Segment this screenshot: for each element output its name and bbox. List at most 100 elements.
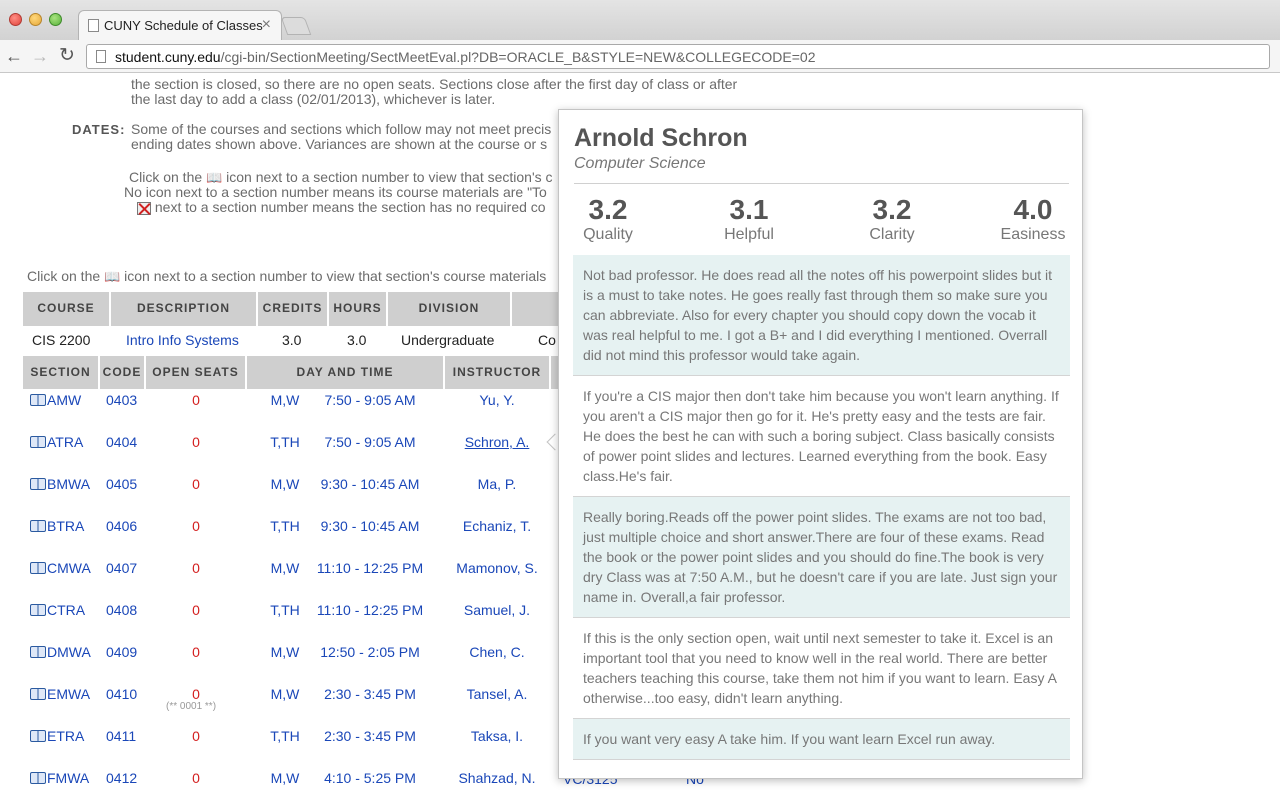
section-id[interactable]: CTRA	[47, 602, 85, 618]
browser-tab[interactable]: CUNY Schedule of Classes ×	[78, 10, 282, 40]
instructor-link[interactable]: Samuel, J.	[446, 602, 548, 618]
click-materials-text-b: icon next to a section number to view th…	[124, 268, 547, 284]
section-code[interactable]: 0404	[106, 434, 137, 450]
section-code[interactable]: 0408	[106, 602, 137, 618]
page-icon	[96, 50, 106, 63]
no-materials-icon	[137, 201, 151, 215]
dates-label: DATES:	[72, 122, 126, 137]
section-id[interactable]: BTRA	[47, 518, 84, 534]
url-path: /cgi-bin/SectionMeeting/SectMeetEval.pl?…	[220, 49, 816, 65]
url-text[interactable]: student.cuny.edu/cgi-bin/SectionMeeting/…	[115, 49, 816, 65]
book-icon[interactable]	[30, 646, 46, 658]
table-row: AMW 0403 0 M,W 7:50 - 9:05 AM Yu, Y.	[0, 392, 560, 434]
section-code[interactable]: 0412	[106, 770, 137, 786]
table-row: BMWA 0405 0 M,W 9:30 - 10:45 AM Ma, P.	[0, 476, 560, 518]
metric-value: 3.1	[729, 194, 769, 225]
table-row: ATRA 0404 0 T,TH 7:50 - 9:05 AM Schron, A.	[0, 434, 560, 476]
no-materials-text: next to a section number means the secti…	[154, 199, 546, 215]
reload-button[interactable]: ↻	[59, 45, 75, 67]
book-icon[interactable]	[30, 688, 46, 700]
section-code[interactable]: 0403	[106, 392, 137, 408]
table-row: ETRA 0411 0 T,TH 2:30 - 3:45 PM Taksa, I.	[0, 728, 560, 770]
forward-button[interactable]: →	[31, 45, 49, 67]
section-link[interactable]: FMWA	[30, 770, 89, 786]
book-icon[interactable]	[30, 436, 46, 448]
section-id[interactable]: BMWA	[47, 476, 90, 492]
back-button[interactable]: ←	[5, 45, 23, 67]
section-code[interactable]: 0406	[106, 518, 137, 534]
open-seats: 0	[192, 770, 200, 786]
open-seats: 0	[192, 686, 200, 702]
section-id[interactable]: ATRA	[47, 434, 83, 450]
open-seats: 0	[192, 434, 200, 450]
click-materials-line: Click on the 📖 icon next to a section nu…	[27, 268, 547, 285]
book-icon[interactable]	[30, 730, 46, 742]
metric-clarity: 3.2 Clarity	[857, 194, 927, 244]
course-credits: 3.0	[282, 332, 302, 348]
section-id[interactable]: CMWA	[47, 560, 91, 576]
review-comment: If you want very easy A take him. If you…	[573, 719, 1070, 760]
open-seats: 0	[192, 518, 200, 534]
book-icon[interactable]	[30, 520, 46, 532]
section-link[interactable]: AMW	[30, 392, 81, 408]
instructor-link[interactable]: Shahzad, N.	[446, 770, 548, 786]
book-icon[interactable]	[30, 478, 46, 490]
section-id[interactable]: FMWA	[47, 770, 89, 786]
section-code[interactable]: 0405	[106, 476, 137, 492]
instructor-link[interactable]: Chen, C.	[446, 644, 548, 660]
click-materials-text-a: Click on the	[27, 268, 101, 284]
new-tab-button[interactable]	[280, 17, 312, 35]
section-id[interactable]: ETRA	[47, 728, 84, 744]
section-code[interactable]: 0410	[106, 686, 137, 702]
instructor-link[interactable]: Tansel, A.	[446, 686, 548, 702]
address-bar[interactable]: student.cuny.edu/cgi-bin/SectionMeeting/…	[86, 44, 1270, 69]
section-id[interactable]: DMWA	[47, 644, 91, 660]
open-seats: 0	[192, 392, 200, 408]
section-code[interactable]: 0407	[106, 560, 137, 576]
metric-value: 4.0	[1013, 194, 1053, 225]
open-seats: 0	[192, 728, 200, 744]
instructor-link[interactable]: Ma, P.	[446, 476, 548, 492]
section-id[interactable]: AMW	[47, 392, 81, 408]
section-link[interactable]: CMWA	[30, 560, 91, 576]
section-link[interactable]: EMWA	[30, 686, 90, 702]
meeting-time: 7:50 - 9:05 AM	[324, 434, 416, 450]
review-comment: Not bad professor. He does read all the …	[573, 255, 1070, 376]
book-icon[interactable]	[30, 562, 46, 574]
zoom-window-button[interactable]	[49, 13, 62, 26]
instructor-link[interactable]: Echaniz, T.	[446, 518, 548, 534]
book-icon[interactable]	[30, 772, 46, 784]
course-description-link[interactable]: Intro Info Systems	[126, 332, 239, 348]
instructor-link[interactable]: Mamonov, S.	[446, 560, 548, 576]
section-link[interactable]: ATRA	[30, 434, 83, 450]
instructor-link[interactable]: Taksa, I.	[446, 728, 548, 744]
meeting-time: 12:50 - 2:05 PM	[320, 644, 420, 660]
section-link[interactable]: DMWA	[30, 644, 91, 660]
metric-label: Helpful	[724, 226, 774, 243]
book-icon: 📖	[206, 170, 223, 185]
metric-quality: 3.2 Quality	[575, 194, 641, 244]
section-link[interactable]: BTRA	[30, 518, 84, 534]
close-window-button[interactable]	[9, 13, 22, 26]
book-icon[interactable]	[30, 604, 46, 616]
book-icon: 📖	[104, 269, 121, 284]
open-seats: 0	[192, 476, 200, 492]
table-row: EMWA 0410 0 M,W 2:30 - 3:45 PM Tansel, A.	[0, 686, 560, 728]
review-comment: If you're a CIS major then don't take hi…	[573, 376, 1070, 497]
book-icon[interactable]	[30, 394, 46, 406]
section-id[interactable]: EMWA	[47, 686, 90, 702]
instructor-link[interactable]: Yu, Y.	[446, 392, 548, 408]
section-code[interactable]: 0409	[106, 644, 137, 660]
section-code[interactable]: 0411	[106, 728, 136, 744]
review-comment: Really boring.Reads off the power point …	[573, 497, 1070, 618]
open-seats: 0	[192, 602, 200, 618]
section-link[interactable]: CTRA	[30, 602, 85, 618]
meeting-time: 2:30 - 3:45 PM	[324, 728, 416, 744]
minimize-window-button[interactable]	[29, 13, 42, 26]
close-tab-icon[interactable]: ×	[262, 16, 271, 34]
header-code: CODE	[100, 356, 144, 389]
instructor-link[interactable]: Schron, A.	[446, 434, 548, 450]
section-link[interactable]: BMWA	[30, 476, 90, 492]
url-host: student.cuny.edu	[115, 49, 221, 65]
section-link[interactable]: ETRA	[30, 728, 84, 744]
